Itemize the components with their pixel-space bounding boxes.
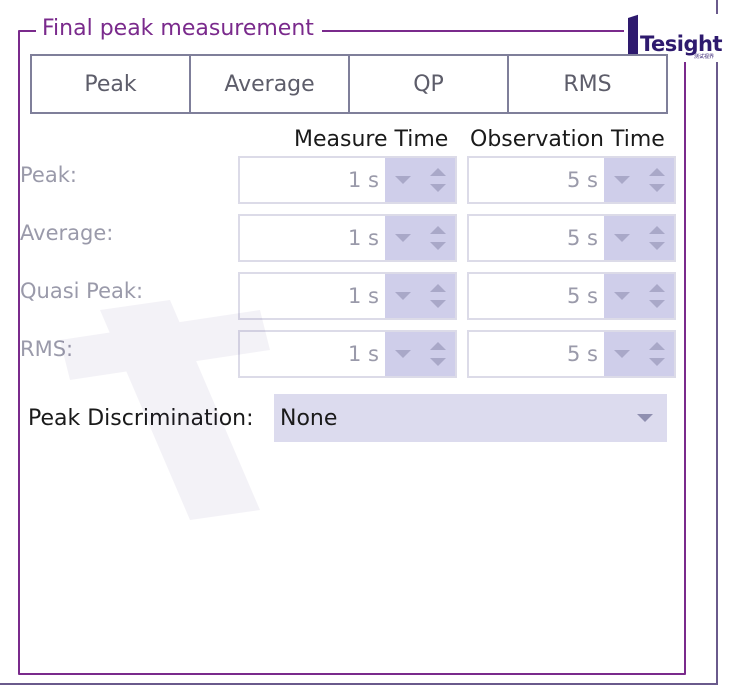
- spin-down-button[interactable]: [604, 274, 639, 318]
- chevron-down-icon: [613, 234, 630, 242]
- logo-text: Tesight: [640, 32, 723, 56]
- tab-rms[interactable]: RMS: [509, 56, 666, 112]
- spin-down-button[interactable]: [385, 274, 420, 318]
- spin-value: 5 s: [567, 342, 598, 366]
- spin-buttons: [385, 332, 455, 376]
- spin-down-button[interactable]: [385, 332, 420, 376]
- groupbox-title: Final peak measurement: [36, 14, 322, 44]
- chevron-down-icon: [613, 292, 630, 300]
- spin-buttons: [385, 216, 455, 260]
- spin-value: 1 s: [348, 342, 379, 366]
- chevron-down-icon: [637, 414, 653, 422]
- quasi-peak-observation-time-spinbox[interactable]: 5 s: [467, 272, 676, 320]
- chevron-down-icon: [394, 234, 411, 242]
- row-label-quasi-peak: Quasi Peak:: [20, 279, 144, 303]
- logo-subtext: 测试视界: [694, 54, 715, 60]
- chevron-down-icon: [429, 184, 446, 192]
- chevron-up-icon: [648, 226, 665, 234]
- spin-down-button[interactable]: [385, 216, 420, 260]
- chevron-down-icon: [613, 350, 630, 358]
- chevron-down-icon: [394, 292, 411, 300]
- chevron-up-icon: [648, 342, 665, 350]
- spin-down-button[interactable]: [604, 216, 639, 260]
- spin-buttons: [604, 158, 674, 202]
- spin-up-button[interactable]: [420, 158, 455, 202]
- peak-observation-time-spinbox[interactable]: 5 s: [467, 156, 676, 204]
- spin-down-button[interactable]: [385, 158, 420, 202]
- chevron-up-icon: [648, 168, 665, 176]
- chevron-up-icon: [429, 226, 446, 234]
- spin-buttons: [604, 274, 674, 318]
- tab-qp[interactable]: QP: [350, 56, 509, 112]
- peak-discrimination-dropdown[interactable]: None: [274, 394, 667, 442]
- dropdown-selected-value: None: [280, 405, 338, 431]
- spin-down-button[interactable]: [604, 158, 639, 202]
- spin-up-button[interactable]: [639, 158, 674, 202]
- spin-buttons: [604, 216, 674, 260]
- row-label-peak: Peak:: [20, 163, 77, 187]
- peak-measure-time-spinbox[interactable]: 1 s: [238, 156, 457, 204]
- chevron-down-icon: [648, 242, 665, 250]
- detector-tabs: Peak Average QP RMS: [30, 54, 668, 114]
- rms-observation-time-spinbox[interactable]: 5 s: [467, 330, 676, 378]
- chevron-down-icon: [648, 358, 665, 366]
- row-label-rms: RMS:: [20, 337, 74, 361]
- peak-discrimination-label: Peak Discrimination:: [28, 406, 254, 431]
- average-measure-time-spinbox[interactable]: 1 s: [238, 214, 457, 262]
- row-label-average: Average:: [20, 221, 114, 245]
- spin-buttons: [385, 158, 455, 202]
- chevron-down-icon: [648, 300, 665, 308]
- spin-buttons: [385, 274, 455, 318]
- chevron-down-icon: [394, 350, 411, 358]
- tesight-logo-icon: [628, 14, 638, 59]
- quasi-peak-measure-time-spinbox[interactable]: 1 s: [238, 272, 457, 320]
- window-bottom-edge: [0, 683, 718, 685]
- spin-value: 5 s: [567, 226, 598, 250]
- chevron-down-icon: [648, 184, 665, 192]
- tab-peak[interactable]: Peak: [32, 56, 191, 112]
- window-right-edge: [716, 0, 718, 684]
- spin-value: 1 s: [348, 284, 379, 308]
- chevron-up-icon: [648, 284, 665, 292]
- chevron-down-icon: [429, 358, 446, 366]
- chevron-down-icon: [429, 300, 446, 308]
- spin-value: 5 s: [567, 168, 598, 192]
- average-observation-time-spinbox[interactable]: 5 s: [467, 214, 676, 262]
- spin-up-button[interactable]: [639, 332, 674, 376]
- spin-up-button[interactable]: [639, 216, 674, 260]
- spin-value: 5 s: [567, 284, 598, 308]
- spin-value: 1 s: [348, 226, 379, 250]
- spin-up-button[interactable]: [420, 274, 455, 318]
- rms-measure-time-spinbox[interactable]: 1 s: [238, 330, 457, 378]
- spin-up-button[interactable]: [420, 332, 455, 376]
- chevron-up-icon: [429, 284, 446, 292]
- chevron-down-icon: [429, 242, 446, 250]
- spin-value: 1 s: [348, 168, 379, 192]
- tab-average[interactable]: Average: [191, 56, 350, 112]
- chevron-down-icon: [613, 176, 630, 184]
- chevron-up-icon: [429, 168, 446, 176]
- spin-up-button[interactable]: [639, 274, 674, 318]
- spin-down-button[interactable]: [604, 332, 639, 376]
- chevron-down-icon: [394, 176, 411, 184]
- spin-buttons: [604, 332, 674, 376]
- measure-time-header: Measure Time: [294, 127, 449, 152]
- chevron-up-icon: [429, 342, 446, 350]
- observation-time-header: Observation Time: [470, 127, 665, 152]
- spin-up-button[interactable]: [420, 216, 455, 260]
